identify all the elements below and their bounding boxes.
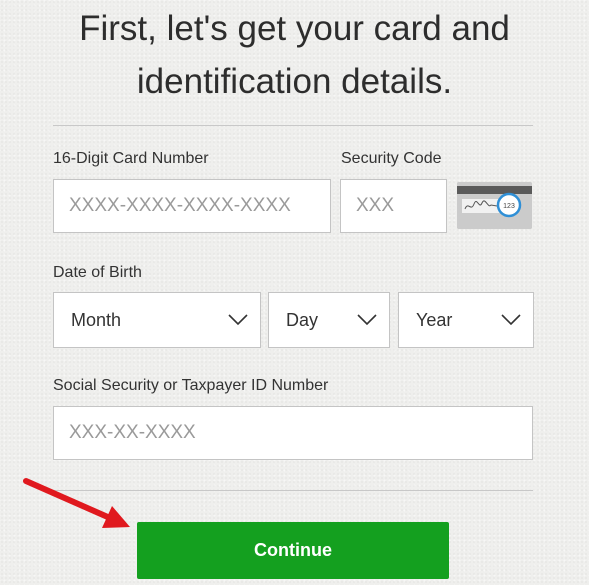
chevron-down-icon xyxy=(228,314,248,326)
security-hint-text: 123 xyxy=(503,203,515,210)
page-title-line-1: First, let's get your card and xyxy=(79,9,510,48)
top-divider xyxy=(53,125,533,126)
birth-year-select[interactable]: Year xyxy=(398,292,534,348)
ssn-label: Social Security or Taxpayer ID Number xyxy=(53,377,329,394)
security-code-label: Security Code xyxy=(341,150,442,167)
card-back-illustration: 123 xyxy=(457,182,532,229)
continue-button[interactable]: Continue xyxy=(137,522,449,579)
birth-day-select[interactable]: Day xyxy=(268,292,390,348)
birth-day-value: Day xyxy=(286,309,319,330)
card-back-graphic: 123 xyxy=(457,182,532,229)
birth-year-value: Year xyxy=(416,309,453,330)
chevron-down-icon xyxy=(501,314,521,326)
card-number-label: 16-Digit Card Number xyxy=(53,150,209,167)
birth-month-value: Month xyxy=(71,309,122,330)
birth-month-select[interactable]: Month xyxy=(53,292,261,348)
security-code-input[interactable] xyxy=(340,179,447,233)
chevron-down-icon xyxy=(357,314,377,326)
date-of-birth-label: Date of Birth xyxy=(53,264,142,281)
ssn-input[interactable] xyxy=(53,406,533,460)
annotation-arrow-icon xyxy=(23,478,130,528)
card-number-input[interactable] xyxy=(53,179,331,233)
page-title-line-2: identification details. xyxy=(136,62,453,101)
page-title: First, let's get your card and identific… xyxy=(0,2,589,108)
